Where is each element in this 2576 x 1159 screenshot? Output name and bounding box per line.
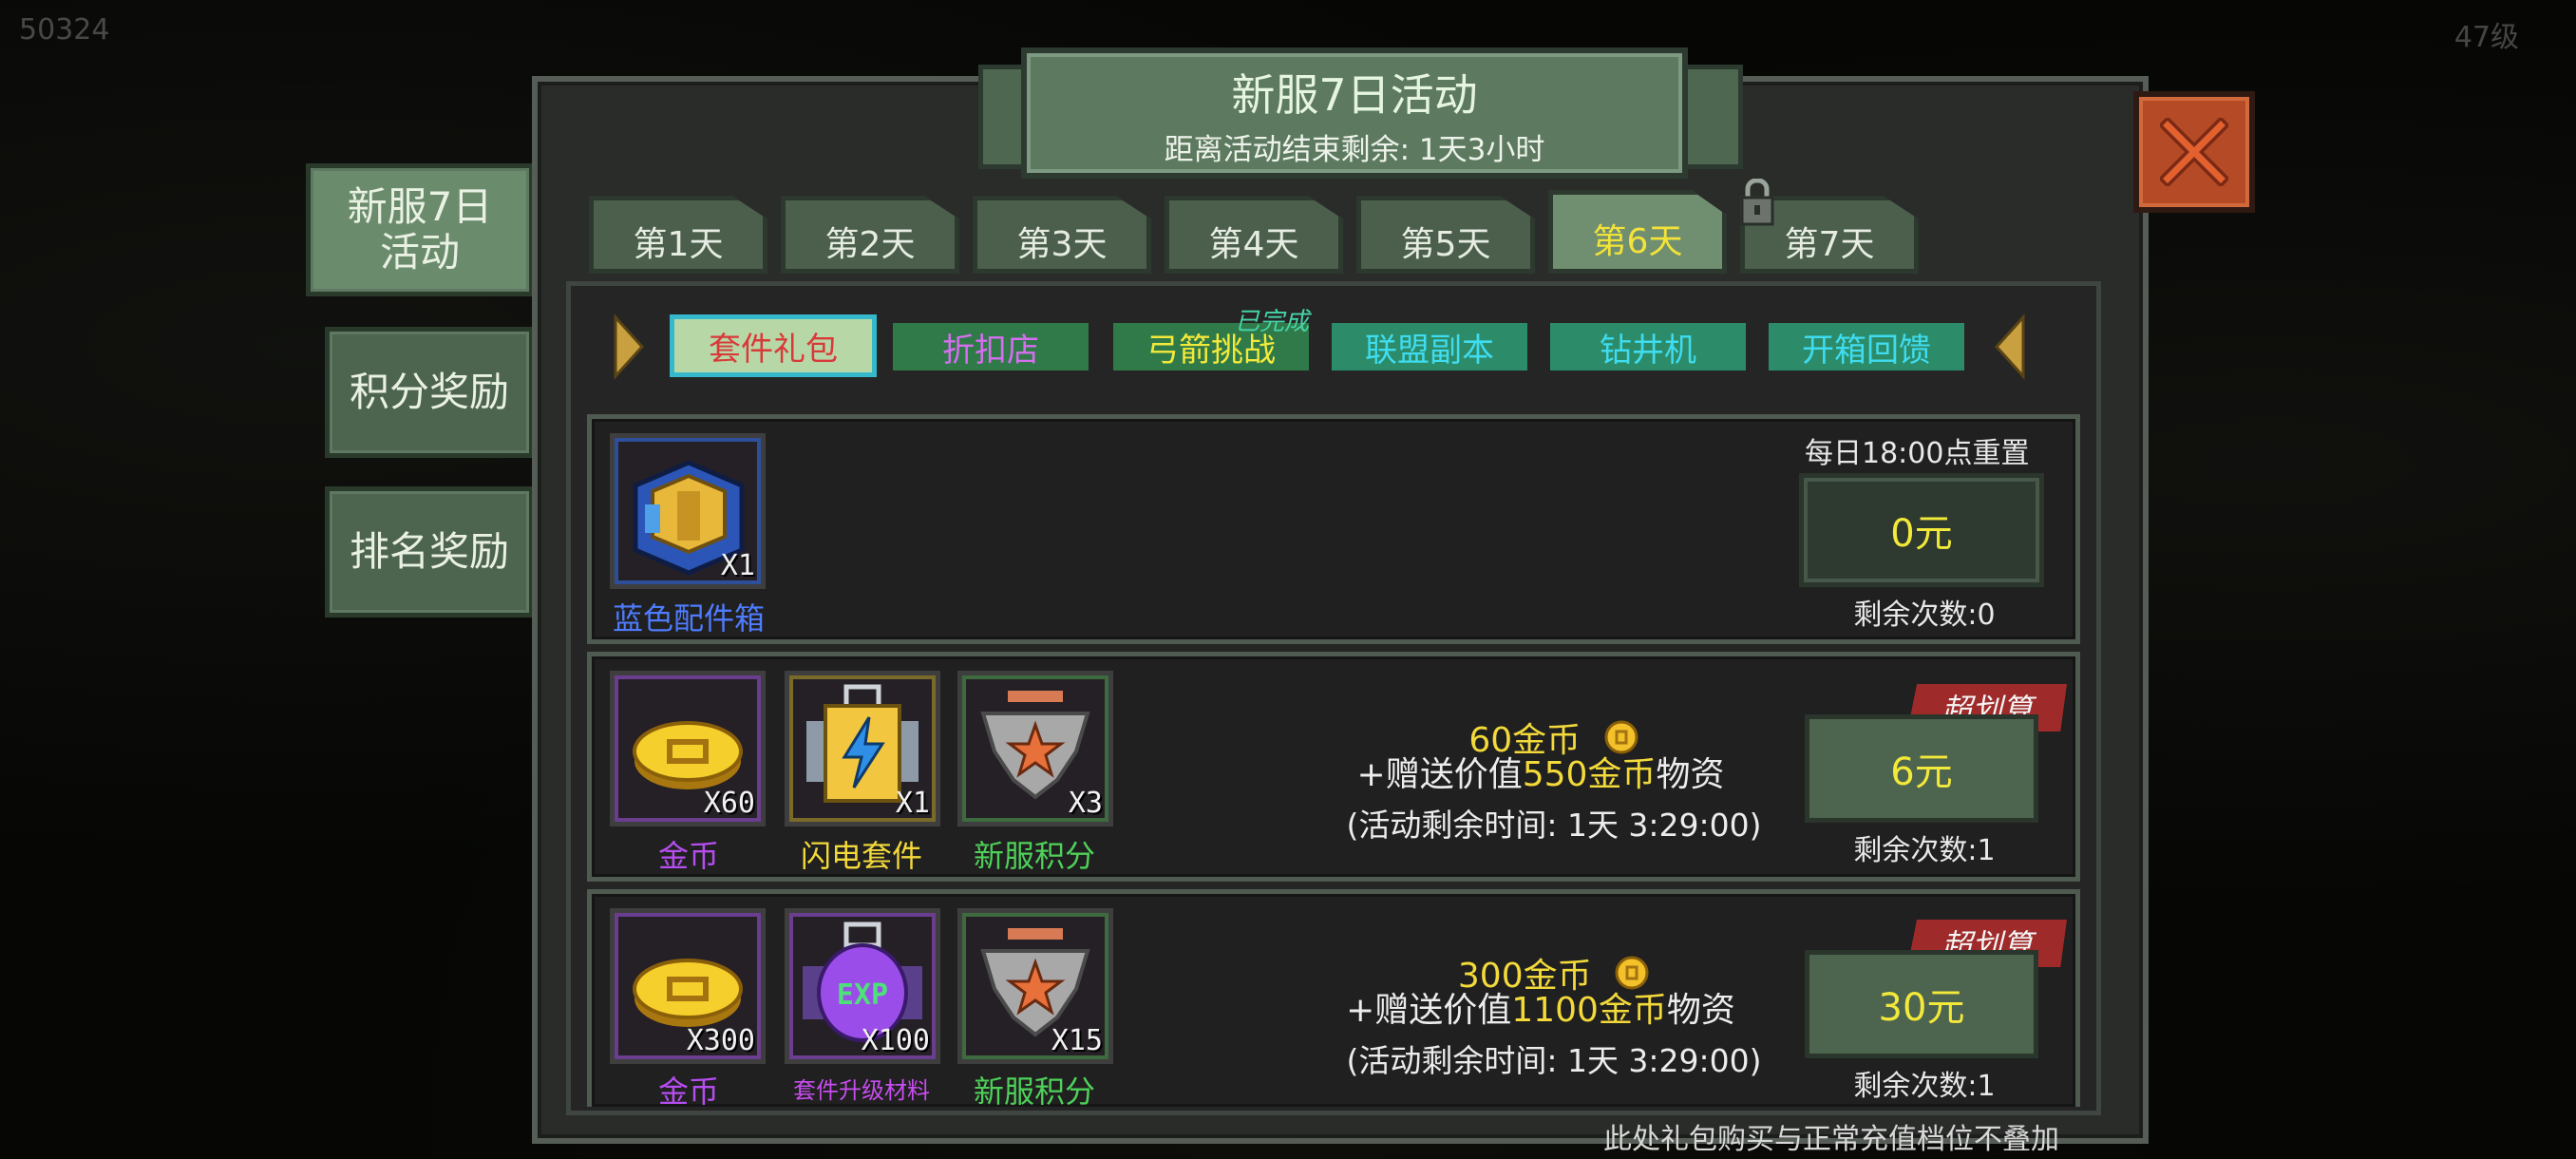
countdown-text: 距离活动结束剩余: 1天3小时 xyxy=(1164,133,1545,167)
category-tab-discount-shop[interactable]: 折扣店 xyxy=(893,323,1089,370)
category-tab-alliance-dungeon[interactable]: 联盟副本 xyxy=(1332,323,1527,370)
item-name: 金币 xyxy=(657,1074,719,1110)
sidebar-item-label: 新服7日 活动 xyxy=(347,183,493,276)
completed-badge: 已完成 xyxy=(1235,308,1310,336)
category-label: 套件礼包 xyxy=(709,330,838,369)
sidebar-item-label: 积分奖励 xyxy=(349,369,509,415)
sidebar-item-points-reward[interactable]: 积分奖励 xyxy=(325,327,534,458)
tab-day-2[interactable]: 第2天 xyxy=(781,196,959,274)
reward-item[interactable]: X1 xyxy=(610,433,766,589)
hud-level-indicator: 47级 xyxy=(2453,21,2519,54)
offer-timer: (活动剩余时间: 1天 3:29:00) xyxy=(1346,807,1762,844)
tab-day-6[interactable]: 第6天 xyxy=(1548,190,1727,274)
remaining-count: 剩余次数:1 xyxy=(1853,1070,1996,1103)
close-icon xyxy=(2160,118,2228,186)
page-title: 新服7日活动 xyxy=(1231,69,1478,121)
item-quantity: X300 xyxy=(686,1024,755,1057)
item-quantity: X1 xyxy=(895,787,930,820)
price-button-free[interactable]: 0元 xyxy=(1799,473,2044,587)
bonus-suffix: 物资 xyxy=(1656,755,1725,794)
reward-item[interactable]: X300 xyxy=(610,908,766,1064)
item-quantity: X100 xyxy=(861,1024,930,1057)
sidebar-item-ranking-reward[interactable]: 排名奖励 xyxy=(325,486,534,618)
svg-text:EXP: EXP xyxy=(837,978,888,1012)
reward-item[interactable]: X15 xyxy=(957,908,1113,1064)
sidebar-item-new-server-7day[interactable]: 新服7日 活动 xyxy=(306,163,534,296)
item-name: 新服积分 xyxy=(973,838,1095,874)
tab-label: 第7天 xyxy=(1784,225,1875,264)
tab-label: 第5天 xyxy=(1400,225,1491,264)
reset-note: 每日18:00点重置 xyxy=(1805,437,2030,470)
hud-resource-bar: 50324 xyxy=(19,13,110,47)
reward-item[interactable]: X60 xyxy=(610,671,766,826)
tab-day-4[interactable]: 第4天 xyxy=(1165,196,1343,274)
item-quantity: X15 xyxy=(1051,1024,1103,1057)
category-label: 开箱回馈 xyxy=(1802,331,1931,370)
tab-label: 第2天 xyxy=(824,225,916,264)
category-scroll-right-arrow-icon[interactable] xyxy=(1993,314,2027,380)
price-label: 0元 xyxy=(1890,512,1953,556)
item-name: 套件升级材料 xyxy=(793,1077,930,1104)
category-tab-chest-rewards[interactable]: 开箱回馈 xyxy=(1769,323,1964,370)
tab-label: 第3天 xyxy=(1016,225,1108,264)
offer-timer: (活动剩余时间: 1天 3:29:00) xyxy=(1346,1042,1762,1079)
offer-bonus: +赠送价值550金币物资 xyxy=(1294,747,1788,796)
price-button-30[interactable]: 30元 xyxy=(1805,950,2038,1058)
remaining-count: 剩余次数:1 xyxy=(1853,834,1996,867)
category-tab-drilling-machine[interactable]: 钻井机 xyxy=(1550,323,1746,370)
tab-label: 第1天 xyxy=(633,225,724,264)
item-quantity: X60 xyxy=(703,787,755,820)
category-tab-suit-pack[interactable]: 套件礼包 xyxy=(670,314,877,377)
tab-day-3[interactable]: 第3天 xyxy=(973,196,1151,274)
tab-day-1[interactable]: 第1天 xyxy=(589,196,767,274)
item-quantity: X1 xyxy=(720,549,755,582)
price-label: 30元 xyxy=(1878,986,1965,1030)
item-quantity: X3 xyxy=(1068,787,1103,820)
offer-bonus: +赠送价值1100金币物资 xyxy=(1294,982,1788,1032)
bonus-prefix: +赠送价值 xyxy=(1356,755,1523,794)
remaining-count: 剩余次数:0 xyxy=(1853,598,1996,632)
sidebar-item-label: 排名奖励 xyxy=(349,528,509,575)
tab-day-5[interactable]: 第5天 xyxy=(1356,196,1535,274)
bonus-suffix: 物资 xyxy=(1666,991,1735,1030)
tab-label: 第6天 xyxy=(1592,222,1683,261)
footnote: 此处礼包购买与正常充值档位不叠加 xyxy=(1603,1123,2059,1156)
tab-label: 第4天 xyxy=(1208,225,1299,264)
reward-item[interactable]: EXP X100 xyxy=(785,908,940,1064)
item-name: 蓝色配件箱 xyxy=(612,600,765,636)
close-button[interactable] xyxy=(2133,91,2255,213)
bonus-value: 1100金币 xyxy=(1511,991,1667,1030)
category-label: 钻井机 xyxy=(1600,331,1696,370)
item-name: 新服积分 xyxy=(973,1074,1095,1110)
bonus-prefix: +赠送价值 xyxy=(1346,991,1512,1030)
bonus-value: 550金币 xyxy=(1522,755,1657,794)
title-plate: 新服7日活动 距离活动结束剩余: 1天3小时 xyxy=(1021,48,1688,179)
item-name: 金币 xyxy=(657,838,719,874)
category-label: 联盟副本 xyxy=(1365,331,1494,370)
category-scroll-left-arrow-icon[interactable] xyxy=(612,314,646,380)
lock-icon xyxy=(1740,179,1774,226)
reward-item[interactable]: X3 xyxy=(957,671,1113,826)
reward-item[interactable]: X1 xyxy=(785,671,940,826)
price-button-6[interactable]: 6元 xyxy=(1805,714,2038,823)
price-label: 6元 xyxy=(1890,750,1953,794)
category-label: 折扣店 xyxy=(942,331,1039,370)
item-name: 闪电套件 xyxy=(800,838,922,874)
